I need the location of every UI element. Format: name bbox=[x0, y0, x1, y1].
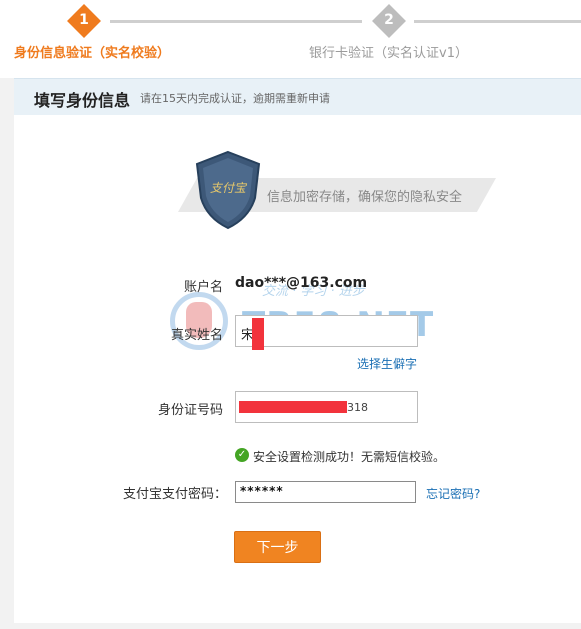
step-1-label: 身份信息验证（实名校验） bbox=[14, 46, 171, 61]
id-label: 身份证号码 bbox=[157, 403, 223, 418]
section-title: 填写身份信息 bbox=[34, 91, 131, 110]
realname-label: 真实姓名 bbox=[170, 328, 223, 343]
next-step-button[interactable]: 下一步 bbox=[234, 531, 321, 563]
security-check-text: 安全设置检测成功！无需短信校验。 bbox=[253, 450, 446, 464]
security-banner-text: 信息加密存储，确保您的隐私安全 bbox=[267, 190, 463, 205]
step-1-number: 1 bbox=[79, 12, 89, 28]
section-subtitle: 请在15天内完成认证，逾期需重新申请 bbox=[140, 92, 330, 105]
id-input[interactable]: 318 bbox=[235, 391, 418, 423]
paypwd-input-value: ****** bbox=[240, 484, 284, 498]
realname-input[interactable]: 宋 bbox=[235, 315, 418, 350]
redaction-bar bbox=[252, 318, 264, 350]
step-connector bbox=[110, 20, 362, 23]
id-input-tail: 318 bbox=[347, 401, 368, 414]
progress-stepper: 1 身份信息验证（实名校验） 2 银行卡验证（实名认证v1） bbox=[0, 0, 581, 78]
account-label: 账户名 bbox=[183, 280, 223, 295]
step-2-number: 2 bbox=[384, 12, 394, 28]
paypwd-label: 支付宝支付密码： bbox=[122, 487, 227, 502]
redaction-bar bbox=[239, 401, 347, 413]
rare-char-link[interactable]: 选择生僻字 bbox=[357, 355, 417, 372]
section-header: 填写身份信息 请在15天内完成认证，逾期需重新申请 bbox=[14, 78, 581, 115]
shield-text: 支付宝 bbox=[210, 181, 248, 195]
paypwd-input[interactable]: ****** bbox=[235, 481, 416, 503]
account-value: dao***@163.com bbox=[235, 275, 368, 291]
step-connector-tail bbox=[414, 20, 581, 23]
shield-icon: 支付宝 bbox=[195, 150, 261, 230]
forgot-password-link[interactable]: 忘记密码? bbox=[426, 485, 480, 502]
check-circle-icon: ✓ bbox=[235, 448, 249, 462]
step-2-label: 银行卡验证（实名认证v1） bbox=[309, 46, 468, 61]
